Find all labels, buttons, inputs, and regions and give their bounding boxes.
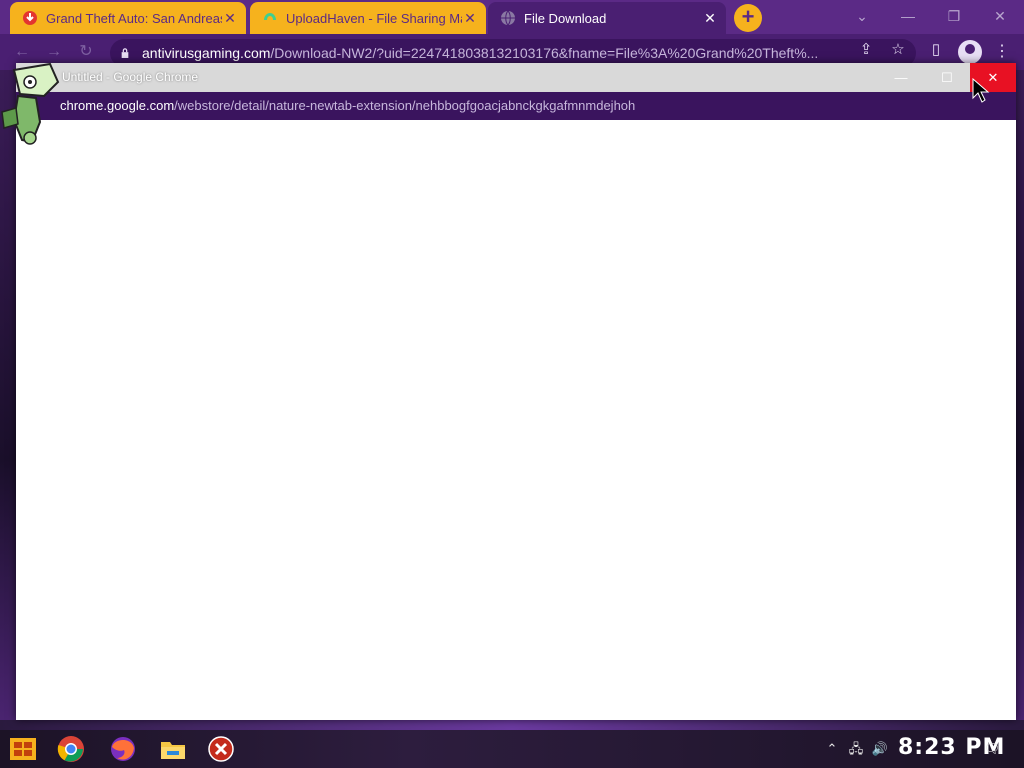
popup-url-host: chrome.google.com [60, 98, 175, 113]
uploadhaven-icon [264, 13, 276, 20]
popup-titlebar[interactable]: Untitled - Google Chrome — ☐ ✕ [16, 63, 1016, 92]
taskbar: ⌃ 🖧 🔊 8:23 PM 🗨 [0, 730, 1024, 768]
tab-title: UploadHaven - File Sharing Made Simple [286, 10, 462, 26]
tab-close-icon[interactable]: ✕ [222, 10, 238, 27]
popup-url-bar: chrome.google.com/webstore/detail/nature… [16, 92, 1016, 120]
volume-icon[interactable]: 🔊 [870, 740, 890, 758]
popup-page-content[interactable] [16, 120, 1016, 720]
new-tab-button[interactable]: + [734, 4, 762, 32]
reload-button[interactable]: ↻ [76, 42, 96, 62]
side-panel-icon[interactable]: ▯ [926, 40, 946, 60]
tab-close-icon[interactable]: ✕ [702, 10, 718, 27]
tab-search-chevron-icon[interactable]: ⌄ [842, 4, 882, 28]
red-download-icon [23, 11, 37, 25]
tab-file-download[interactable]: File Download ✕ [488, 2, 726, 34]
tab-strip: Grand Theft Auto: San Andreas ✕ UploadHa… [0, 0, 1024, 34]
background-page-edge-left [0, 70, 16, 720]
url-host: antivirusgaming.com [142, 45, 271, 61]
firefox-icon[interactable] [108, 734, 138, 764]
close-window-button[interactable]: ✕ [980, 4, 1020, 28]
mouse-cursor-icon [972, 78, 990, 103]
bookmark-star-icon[interactable]: ☆ [888, 40, 908, 60]
tab-gta-san-andreas[interactable]: Grand Theft Auto: San Andreas ✕ [10, 2, 246, 34]
tab-title: Grand Theft Auto: San Andreas [46, 10, 222, 26]
share-icon[interactable]: ⇪ [856, 40, 876, 60]
start-menu-icon[interactable] [8, 734, 38, 764]
background-page-edge-bottom [0, 720, 1024, 730]
mascot-character-icon [1, 62, 60, 145]
chrome-menu-icon[interactable]: ⋮ [994, 40, 1010, 64]
error-icon[interactable] [206, 734, 236, 764]
popup-title: Untitled - Google Chrome [62, 70, 199, 84]
popup-minimize-button[interactable]: — [878, 63, 924, 92]
back-button[interactable]: ← [12, 42, 32, 62]
globe-icon [501, 10, 515, 26]
network-icon[interactable]: 🖧 [846, 740, 866, 758]
popup-url-path: /webstore/detail/nature-newtab-extension… [174, 98, 636, 113]
popup-maximize-button[interactable]: ☐ [924, 63, 970, 92]
popup-window: Untitled - Google Chrome — ☐ ✕ chrome.go… [16, 63, 1016, 720]
restore-button[interactable]: ❐ [934, 4, 974, 28]
background-page-edge-right [1016, 70, 1024, 720]
file-explorer-icon[interactable] [158, 734, 188, 764]
minimize-button[interactable]: — [888, 4, 928, 28]
url-path: /Download-NW2/?uid=2247418038132103176&f… [270, 45, 819, 61]
tray-overflow-chevron-icon[interactable]: ⌃ [826, 740, 838, 758]
chrome-icon[interactable] [56, 734, 86, 764]
forward-button[interactable]: → [44, 42, 64, 62]
tab-close-icon[interactable]: ✕ [462, 10, 478, 27]
notifications-icon[interactable]: 🗨 [982, 740, 1002, 758]
popup-url: chrome.google.com/webstore/detail/nature… [60, 98, 635, 113]
tab-separator [248, 9, 249, 27]
tab-title: File Download [524, 10, 607, 26]
tab-uploadhaven[interactable]: UploadHaven - File Sharing Made Simple ✕ [250, 2, 486, 34]
profile-avatar-button[interactable] [958, 40, 982, 64]
lock-icon[interactable] [120, 48, 130, 58]
